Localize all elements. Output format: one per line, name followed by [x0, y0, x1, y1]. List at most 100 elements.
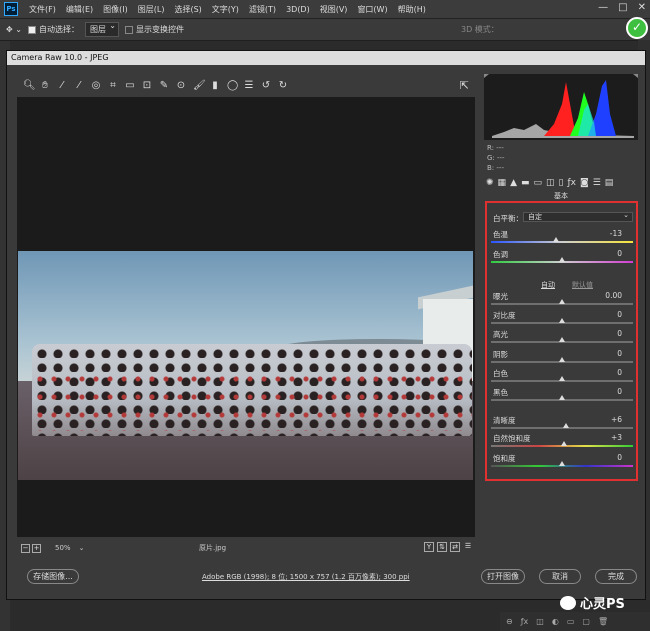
menu-filter[interactable]: 滤镜(T)	[244, 4, 281, 15]
slider-thumb[interactable]	[559, 318, 565, 323]
auto-link[interactable]: 自动	[541, 280, 555, 290]
slider-value[interactable]: +6	[611, 415, 622, 424]
graduated-filter-icon[interactable]: ▮	[210, 81, 220, 91]
slider-thumb[interactable]	[559, 357, 565, 362]
slider-value[interactable]: 0	[617, 249, 622, 258]
zoom-level[interactable]: 50%	[55, 544, 71, 552]
tab-camera-icon[interactable]: ◙	[580, 178, 589, 188]
slider-thumb[interactable]	[563, 423, 570, 428]
slider-track[interactable]	[491, 376, 633, 382]
slider-track[interactable]	[491, 318, 633, 324]
slider-track[interactable]	[491, 337, 633, 343]
zoom-tool-icon[interactable]: 🔍︎	[23, 81, 36, 91]
adjustment-brush-icon[interactable]: 🖌︎	[193, 81, 206, 91]
white-balance-tool-icon[interactable]: ⁄	[57, 81, 67, 91]
slider-thumb[interactable]	[559, 376, 565, 381]
zoom-out-button[interactable]: −	[21, 543, 30, 553]
slider-value[interactable]: 0.00	[605, 291, 622, 300]
slider-track[interactable]	[491, 257, 633, 263]
menu-image[interactable]: 图像(I)	[98, 4, 133, 15]
menu-select[interactable]: 选择(S)	[169, 4, 206, 15]
fx-icon[interactable]: ƒx	[521, 617, 529, 626]
slider-value[interactable]: 0	[617, 329, 622, 338]
slider-value[interactable]: 0	[617, 387, 622, 396]
straighten-tool-icon[interactable]: ▭	[125, 81, 135, 91]
slider-value[interactable]: 0	[617, 349, 622, 358]
toggle-fullscreen-icon[interactable]: ⇱	[460, 79, 469, 92]
color-sampler-tool-icon[interactable]: ⁄	[74, 81, 84, 91]
auto-select-dropdown[interactable]: 图层	[84, 21, 119, 37]
slider-thumb[interactable]	[559, 461, 565, 466]
done-button[interactable]: 完成	[595, 569, 637, 584]
menu-3d[interactable]: 3D(D)	[281, 5, 315, 14]
slider-thumb[interactable]	[559, 395, 565, 400]
menu-help[interactable]: 帮助(H)	[393, 4, 431, 15]
slider-thumb[interactable]	[559, 337, 565, 342]
image-preview[interactable]	[17, 97, 475, 537]
slider-value[interactable]: +3	[611, 433, 622, 442]
red-eye-tool-icon[interactable]: ⊙	[176, 81, 186, 91]
slider-thumb[interactable]	[553, 237, 560, 242]
rotate-ccw-icon[interactable]: ↺	[261, 81, 271, 91]
hand-tool-icon[interactable]: ✋︎	[40, 81, 50, 91]
slider-track[interactable]	[491, 299, 633, 305]
slider-thumb[interactable]	[561, 441, 568, 446]
copy-settings-icon[interactable]: ⇄	[450, 542, 460, 552]
preview-settings-icon[interactable]: ☰	[463, 542, 473, 552]
zoom-dropdown-icon[interactable]: ⌄	[79, 544, 85, 552]
tab-presets-icon[interactable]: ☰	[593, 178, 601, 188]
shadow-clip-icon[interactable]	[484, 74, 489, 78]
radial-filter-icon[interactable]: ◯	[227, 81, 238, 91]
before-after-icon[interactable]: Y	[424, 542, 434, 552]
maximize-icon[interactable]: □	[618, 2, 627, 13]
menu-view[interactable]: 视图(V)	[315, 4, 353, 15]
link-icon[interactable]: ⊖	[506, 617, 513, 626]
tab-tone-curve-icon[interactable]: ▦	[498, 178, 507, 188]
slider-value[interactable]: 0	[617, 453, 622, 462]
slider-value[interactable]: 0	[617, 368, 622, 377]
slider-track[interactable]	[491, 357, 633, 363]
workflow-options-link[interactable]: Adobe RGB (1998); 8 位; 1500 x 757 (1.2 百…	[202, 572, 410, 582]
targeted-adjust-tool-icon[interactable]: ◎	[91, 81, 101, 91]
tab-snapshots-icon[interactable]: ▤	[605, 178, 614, 188]
slider-track[interactable]	[491, 395, 633, 401]
tab-split-toning-icon[interactable]: ▭	[534, 178, 543, 188]
tab-basic-icon[interactable]: ✺	[486, 178, 494, 188]
tab-hsl-icon[interactable]: ▬	[521, 178, 530, 188]
tab-lens-icon[interactable]: ◫	[546, 178, 555, 188]
slider-track[interactable]	[491, 441, 633, 447]
slider-value[interactable]: 0	[617, 310, 622, 319]
cancel-button[interactable]: 取消	[539, 569, 581, 584]
menu-file[interactable]: 文件(F)	[24, 4, 61, 15]
slider-thumb[interactable]	[559, 257, 565, 262]
highlight-clip-icon[interactable]	[633, 74, 638, 78]
open-image-button[interactable]: 打开图像	[481, 569, 525, 584]
tab-effects-icon[interactable]: ▯	[559, 178, 564, 188]
slider-thumb[interactable]	[559, 299, 565, 304]
slider-track[interactable]	[491, 237, 633, 243]
rotate-cw-icon[interactable]: ↻	[278, 81, 288, 91]
menu-type[interactable]: 文字(Y)	[207, 4, 244, 15]
save-image-button[interactable]: 存储图像...	[27, 569, 79, 584]
crop-tool-icon[interactable]: ⌗	[108, 81, 118, 91]
minimize-icon[interactable]: —	[598, 2, 608, 13]
transform-tool-icon[interactable]: ⊡	[142, 81, 152, 91]
menu-layer[interactable]: 图层(L)	[133, 4, 170, 15]
menu-window[interactable]: 窗口(W)	[352, 4, 392, 15]
auto-select-checkbox[interactable]: 自动选择：	[27, 24, 79, 35]
trash-icon[interactable]: 🗑︎	[598, 617, 608, 626]
menu-edit[interactable]: 编辑(E)	[61, 4, 98, 15]
tab-calibration-icon[interactable]: ƒx	[567, 178, 576, 188]
slider-track[interactable]	[491, 423, 633, 429]
new-layer-icon[interactable]: ▢	[582, 617, 590, 626]
white-balance-dropdown[interactable]: 自定	[523, 211, 633, 222]
adjustment-icon[interactable]: ◐	[552, 617, 559, 626]
default-link[interactable]: 默认值	[572, 280, 593, 290]
swap-icon[interactable]: ⇅	[437, 542, 447, 552]
mask-icon[interactable]: ◫	[536, 617, 544, 626]
tab-detail-icon[interactable]: ▲	[510, 178, 517, 188]
zoom-in-button[interactable]: +	[32, 543, 41, 553]
close-icon[interactable]: ✕	[638, 2, 646, 13]
slider-track[interactable]	[491, 461, 633, 467]
slider-value[interactable]: -13	[610, 229, 622, 238]
